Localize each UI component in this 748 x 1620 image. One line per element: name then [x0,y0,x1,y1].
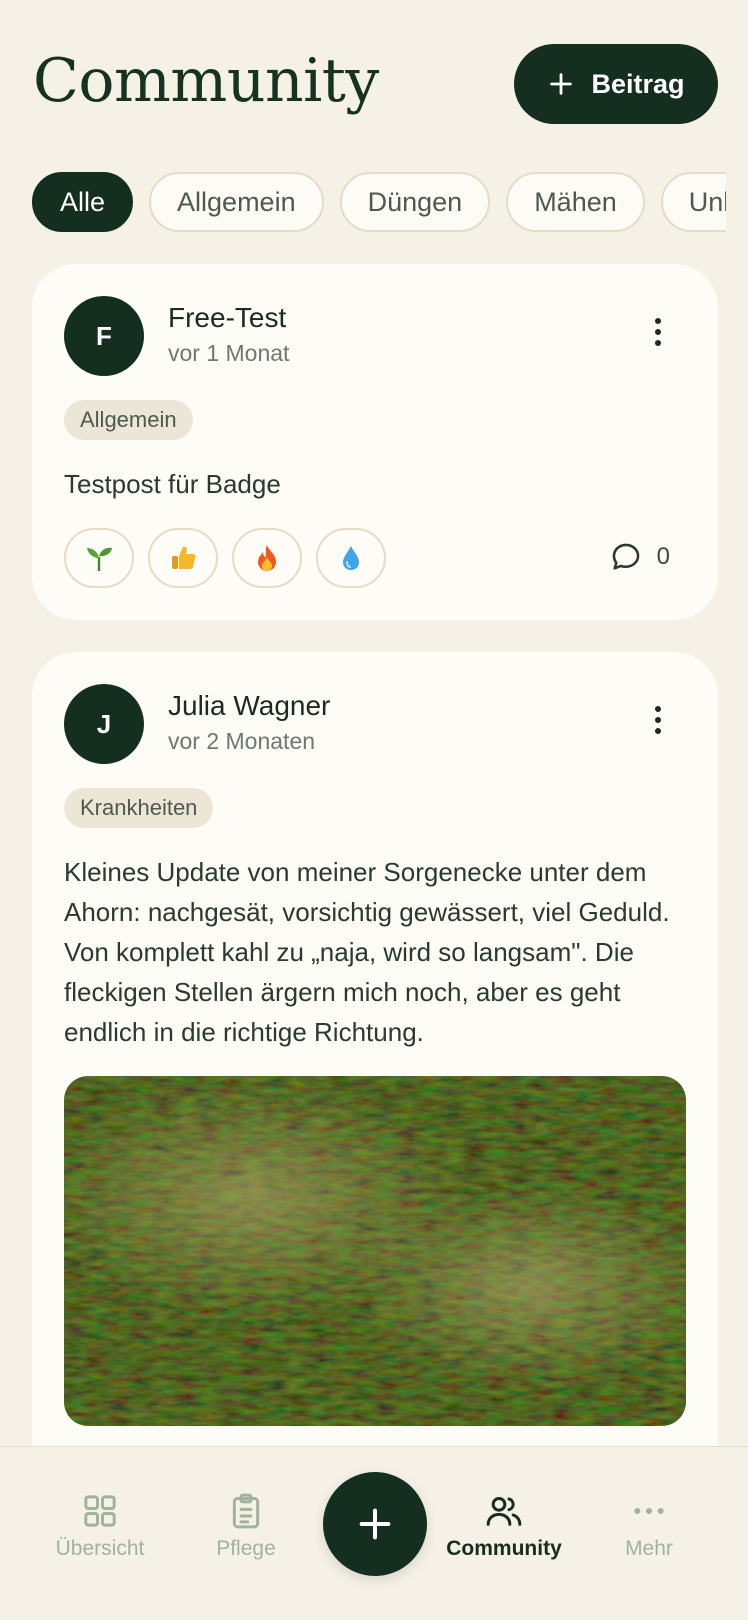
droplet-icon [343,546,359,570]
post-menu-button[interactable] [638,700,678,740]
filter-chip-unkraut[interactable]: Unkraut [660,172,726,232]
filter-chip-duengen[interactable]: Düngen [339,172,491,232]
plus-icon [359,1508,391,1540]
create-fab-button[interactable] [323,1472,427,1576]
thumbs-up-icon [172,546,196,569]
users-icon [486,1497,522,1526]
lawn-photo [64,1076,686,1426]
new-post-label: Beitrag [591,68,685,99]
page-title: Community [33,46,379,116]
more-vertical-icon [655,706,661,734]
post-category-tag: Allgemein [64,400,193,440]
fire-icon [258,545,276,571]
filter-chip-allgemein[interactable]: Allgemein [149,172,324,232]
post-text: Kleines Update von meiner Sorgenecke unt… [64,857,670,1047]
grid-icon [84,1495,116,1527]
filter-chip-alle[interactable]: Alle [32,172,134,232]
post-card[interactable]: F Free-Test vor 1 Monat Allgemein Testpo… [32,264,718,620]
nav-label-overview: Übersicht [55,1537,145,1560]
post-image-lawn[interactable] [64,1076,686,1426]
post-category-tag: Krankheiten [64,788,214,828]
reaction-fire-button[interactable] [232,528,302,588]
comment-icon [612,543,639,570]
avatar[interactable]: F [64,296,144,376]
comment-count: 0 [656,543,670,570]
post-author[interactable]: Julia Wagner [168,690,330,722]
reaction-droplet-button[interactable] [316,528,386,588]
filter-chips: Alle Allgemein Düngen Mähen Unkraut [32,172,726,234]
reaction-seedling-button[interactable] [64,528,134,588]
filter-chip-maehen[interactable]: Mähen [506,172,645,232]
nav-item-overview[interactable]: Übersicht [30,1491,170,1561]
more-vertical-icon [655,318,661,346]
reaction-thumbs-up-button[interactable] [148,528,218,588]
nav-label-more: Mehr [625,1537,673,1560]
avatar[interactable]: J [64,684,144,764]
nav-item-care[interactable]: Pflege [176,1491,316,1561]
nav-label-community: Community [446,1537,562,1560]
more-horizontal-icon [634,1508,664,1514]
nav-item-more[interactable]: Mehr [579,1491,719,1561]
new-post-button[interactable]: Beitrag [514,44,718,124]
post-time: vor 2 Monaten [168,728,316,754]
nav-label-care: Pflege [216,1537,276,1560]
post-menu-button[interactable] [638,312,678,352]
post-author[interactable]: Free-Test [168,302,286,334]
reaction-bar [64,528,386,588]
seedling-icon [87,547,112,571]
post-text: Testpost für Badge [64,469,281,499]
clipboard-list-icon [232,1493,260,1529]
comments-button[interactable]: 0 [609,540,670,574]
plus-icon [550,73,573,95]
post-time: vor 1 Monat [168,340,290,366]
nav-item-community[interactable]: Community [434,1491,574,1561]
